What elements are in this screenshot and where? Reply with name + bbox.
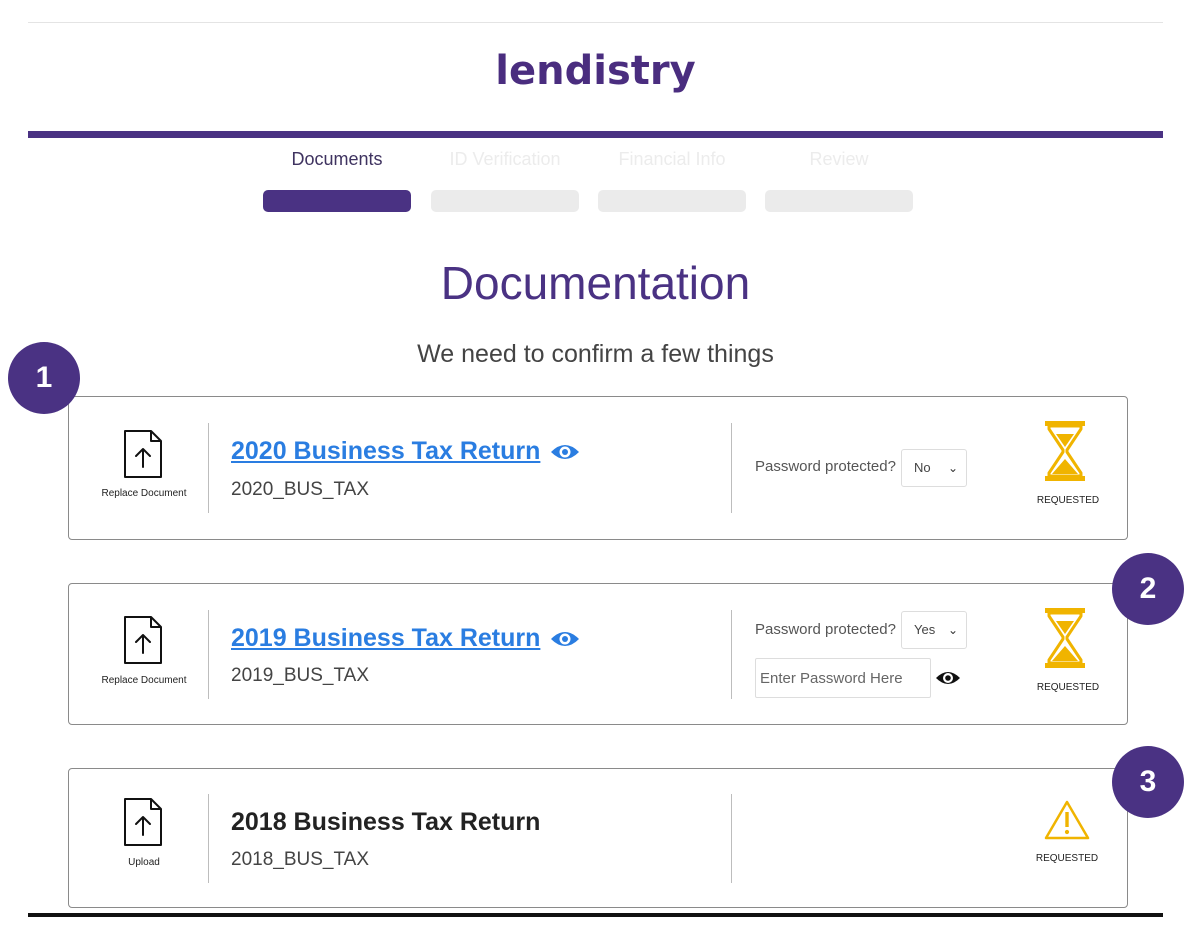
page-title: Documentation — [440, 257, 751, 309]
step-label: ID Verification — [449, 149, 561, 169]
password-protected-select[interactable]: No ⌄ — [901, 449, 967, 487]
document-code: 2020_BUS_TAX — [231, 479, 370, 500]
divider — [731, 423, 732, 513]
lendistry-logo: lendistry — [495, 48, 696, 94]
page-subtitle: We need to confirm a few things — [417, 340, 774, 368]
hourglass-icon — [1045, 608, 1085, 668]
chevron-down-icon: ⌄ — [947, 623, 958, 637]
chevron-down-icon: ⌄ — [947, 461, 958, 475]
password-input[interactable] — [755, 658, 931, 698]
file-upload-icon — [124, 616, 162, 664]
step-progress-bar — [263, 190, 411, 212]
step-progress-bar — [598, 190, 746, 212]
document-card-2018: Upload 2018 Business Tax Return 2018_BUS… — [68, 768, 1128, 908]
replace-document-button[interactable]: Replace Document — [69, 397, 209, 539]
step-label: Review — [809, 149, 869, 169]
status-label: REQUESTED — [1036, 495, 1100, 506]
step-progress-bar — [765, 190, 913, 212]
divider — [208, 423, 209, 513]
step-label: Financial Info — [618, 149, 726, 169]
divider — [208, 610, 209, 699]
password-protected-select[interactable]: Yes ⌄ — [901, 611, 967, 649]
step-documents[interactable]: Documents — [263, 146, 411, 212]
eye-icon[interactable] — [550, 442, 580, 462]
bottom-divider — [28, 913, 1163, 917]
upload-button[interactable]: Upload — [69, 769, 209, 907]
document-code: 2018_BUS_TAX — [231, 849, 370, 870]
upload-action-label: Upload — [128, 857, 160, 868]
document-title-link[interactable]: 2019 Business Tax Return — [231, 624, 580, 653]
document-card-2020: Replace Document 2020 Business Tax Retur… — [68, 396, 1128, 540]
status-label: REQUESTED — [1035, 853, 1099, 864]
password-protected-label: Password protected? — [755, 621, 896, 638]
upload-action-label: Replace Document — [101, 675, 187, 686]
step-financial-info[interactable]: Financial Info — [598, 146, 746, 212]
step-progress-bar — [431, 190, 579, 212]
password-protected-label: Password protected? — [755, 458, 896, 475]
document-title: 2018 Business Tax Return — [231, 808, 541, 836]
hourglass-icon — [1045, 421, 1085, 481]
show-password-eye-icon[interactable] — [935, 669, 961, 687]
divider — [731, 794, 732, 883]
replace-document-button[interactable]: Replace Document — [69, 584, 209, 724]
callout-marker-2: 2 — [1112, 553, 1184, 625]
top-divider — [28, 22, 1163, 23]
file-upload-icon — [124, 798, 162, 846]
document-card-2019: Replace Document 2019 Business Tax Retur… — [68, 583, 1128, 725]
header-accent-bar — [28, 131, 1163, 138]
callout-marker-3: 3 — [1112, 746, 1184, 818]
select-value: No — [914, 460, 931, 475]
callout-marker-1: 1 — [8, 342, 80, 414]
document-code: 2019_BUS_TAX — [231, 665, 370, 686]
document-title-text: 2019 Business Tax Return — [231, 624, 541, 652]
warning-icon — [1044, 800, 1090, 840]
step-review[interactable]: Review — [765, 146, 913, 212]
divider — [208, 794, 209, 883]
file-upload-icon — [124, 430, 162, 478]
document-title-link[interactable]: 2020 Business Tax Return — [231, 437, 580, 466]
step-label: Documents — [291, 149, 383, 169]
document-title-text: 2020 Business Tax Return — [231, 437, 541, 465]
eye-icon[interactable] — [550, 629, 580, 649]
divider — [731, 610, 732, 699]
upload-action-label: Replace Document — [101, 488, 187, 499]
step-id-verification[interactable]: ID Verification — [431, 146, 579, 212]
progress-steps: Documents ID Verification Financial Info… — [263, 146, 923, 216]
select-value: Yes — [914, 622, 936, 637]
status-label: REQUESTED — [1036, 682, 1100, 693]
